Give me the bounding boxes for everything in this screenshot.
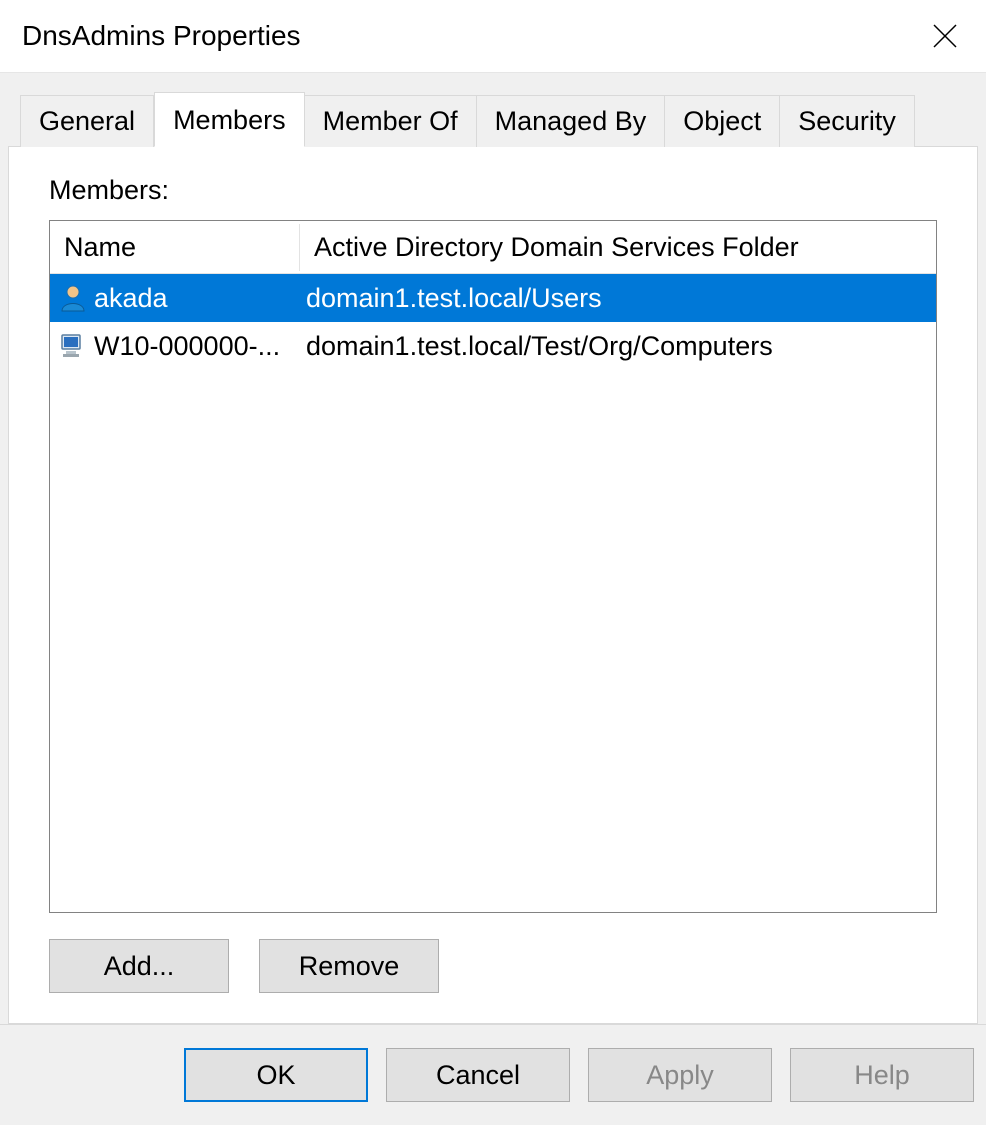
close-icon [932,23,958,49]
member-name: akada [94,283,168,314]
column-header-name[interactable]: Name [50,224,300,271]
titlebar: DnsAdmins Properties [0,0,986,73]
close-button[interactable] [932,23,958,49]
dialog-body: General Members Member Of Managed By Obj… [0,73,986,1024]
tab-managed-by[interactable]: Managed By [477,95,666,147]
apply-button[interactable]: Apply [588,1048,772,1102]
user-icon [56,281,90,315]
members-listview[interactable]: Name Active Directory Domain Services Fo… [49,220,937,913]
window-title: DnsAdmins Properties [22,20,301,52]
tab-strip: General Members Member Of Managed By Obj… [6,91,980,146]
tab-panel-members: Members: Name Active Directory Domain Se… [8,146,978,1024]
help-button[interactable]: Help [790,1048,974,1102]
tab-general[interactable]: General [20,95,154,147]
listview-header: Name Active Directory Domain Services Fo… [50,221,936,274]
member-folder: domain1.test.local/Users [300,283,936,314]
tab-members[interactable]: Members [154,92,305,147]
listview-rows: akada domain1.test.local/Users [50,274,936,912]
list-item[interactable]: W10-000000-... domain1.test.local/Test/O… [50,322,936,370]
remove-button[interactable]: Remove [259,939,439,993]
list-item[interactable]: akada domain1.test.local/Users [50,274,936,322]
dialog-button-row: OK Cancel Apply Help [0,1024,986,1125]
members-action-row: Add... Remove [49,939,937,993]
tab-member-of[interactable]: Member Of [305,95,477,147]
ok-button[interactable]: OK [184,1048,368,1102]
tab-object[interactable]: Object [665,95,780,147]
column-header-folder[interactable]: Active Directory Domain Services Folder [300,224,936,271]
members-label: Members: [49,175,937,206]
cancel-button[interactable]: Cancel [386,1048,570,1102]
tab-security[interactable]: Security [780,95,915,147]
member-name: W10-000000-... [94,331,280,362]
add-button[interactable]: Add... [49,939,229,993]
member-folder: domain1.test.local/Test/Org/Computers [300,331,936,362]
computer-icon [56,329,90,363]
properties-dialog: DnsAdmins Properties General Members Mem… [0,0,986,1125]
